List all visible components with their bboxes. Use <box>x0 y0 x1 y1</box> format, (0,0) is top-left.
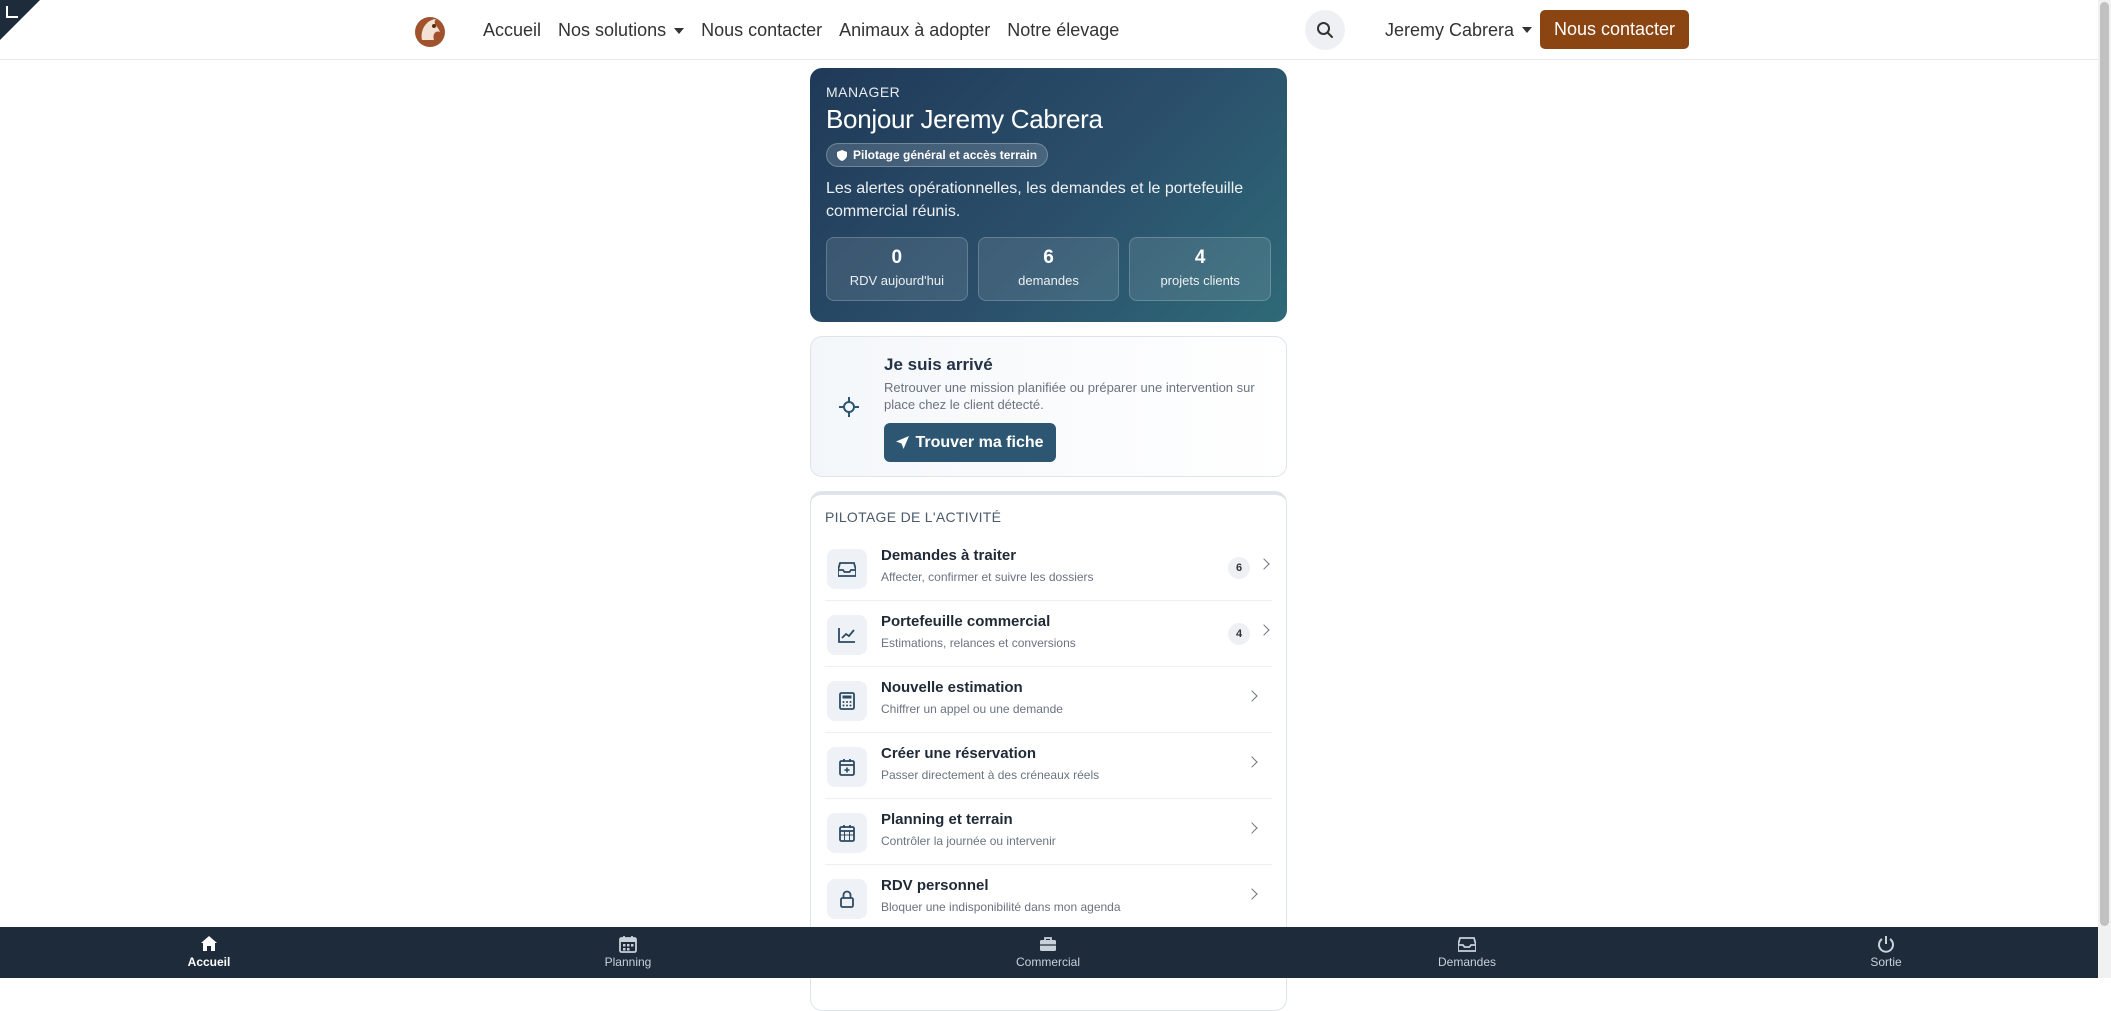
user-role: MANAGER <box>826 84 901 100</box>
inbox-icon <box>827 549 867 589</box>
stat-demandes[interactable]: 6 demandes <box>977 237 1120 301</box>
activity-item-title: Nouvelle estimation <box>881 679 1023 696</box>
count-badge: 6 <box>1228 557 1250 579</box>
activity-item-reservation[interactable]: Créer une réservation Passer directement… <box>825 733 1272 799</box>
chevron-right-icon <box>1258 624 1270 636</box>
bottom-nav-accueil[interactable]: Accueil <box>149 927 269 978</box>
top-navbar: Accueil Nos solutions Nous contacter Ani… <box>0 0 2098 60</box>
activity-item-title: Portefeuille commercial <box>881 613 1051 630</box>
stat-value: 4 <box>1194 247 1206 268</box>
nav-link-nous-contacter[interactable]: Nous contacter <box>701 20 822 41</box>
activity-item-planning[interactable]: Planning et terrain Contrôler la journée… <box>825 799 1272 865</box>
welcome-title: Bonjour Jeremy Cabrera <box>826 104 1103 134</box>
arrival-description: Retrouver une mission planifiée ou prépa… <box>884 380 1255 412</box>
search-icon <box>1317 22 1333 38</box>
nav-link-label: Nos solutions <box>558 19 667 40</box>
caret-down-icon <box>674 27 685 34</box>
inbox-icon <box>1458 937 1476 952</box>
activity-item-subtitle: Bloquer une indisponibilité dans mon age… <box>881 900 1121 914</box>
search-button[interactable] <box>1305 10 1345 50</box>
activity-item-title: Créer une réservation <box>881 745 1037 762</box>
user-name: Jeremy Cabrera <box>1385 19 1515 40</box>
bottom-nav: Accueil Planning Commercial Demandes Sor… <box>0 927 2098 978</box>
bottom-nav-label: Planning <box>604 955 652 969</box>
arrival-card: Je suis arrivé Retrouver une mission pla… <box>810 336 1287 477</box>
home-icon <box>201 936 217 951</box>
find-record-label: Trouver ma fiche <box>915 433 1044 451</box>
bottom-nav-sortie[interactable]: Sortie <box>1826 927 1946 978</box>
stat-value: 0 <box>891 247 903 268</box>
activity-item-subtitle: Affecter, confirmer et suivre les dossie… <box>881 570 1094 584</box>
stat-label: projets clients <box>1160 273 1240 288</box>
calendar-icon <box>827 813 867 853</box>
location-arrow-icon <box>896 436 910 449</box>
bottom-nav-commercial[interactable]: Commercial <box>988 927 1108 978</box>
power-icon <box>1878 936 1894 953</box>
stat-label: RDV aujourd'hui <box>849 273 944 288</box>
bottom-nav-demandes[interactable]: Demandes <box>1407 927 1527 978</box>
nav-link-accueil[interactable]: Accueil <box>483 20 541 41</box>
scrollbar-thumb[interactable] <box>2100 2 2109 926</box>
stats-row: 0 RDV aujourd'hui 6 demandes 4 projets c… <box>826 237 1272 301</box>
scrollbar[interactable] <box>2098 0 2111 978</box>
crosshair-icon <box>839 397 859 417</box>
access-badge-label: Pilotage général et accès terrain <box>853 148 1038 162</box>
stat-label: demandes <box>1018 273 1079 288</box>
chevron-right-icon <box>1246 756 1258 768</box>
corner-collapse-icon[interactable] <box>6 6 18 18</box>
chevron-right-icon <box>1246 888 1258 900</box>
welcome-card: MANAGER Bonjour Jeremy Cabrera Pilotage … <box>810 68 1287 322</box>
activity-heading: PILOTAGE DE L'ACTIVITÉ <box>825 509 1002 525</box>
welcome-description: Les alertes opérationnelles, les demande… <box>826 180 1244 220</box>
nav-link-elevage[interactable]: Notre élevage <box>1007 20 1119 41</box>
stat-rdv-today[interactable]: 0 RDV aujourd'hui <box>826 237 968 301</box>
bottom-nav-label: Accueil <box>187 955 231 969</box>
briefcase-icon <box>1040 937 1056 951</box>
activity-item-subtitle: Passer directement à des créneaux réels <box>881 768 1100 782</box>
contact-button[interactable]: Nous contacter <box>1540 10 1689 49</box>
activity-item-rdv-personnel[interactable]: RDV personnel Bloquer une indisponibilit… <box>825 865 1272 931</box>
brand-logo[interactable] <box>410 10 450 50</box>
count-badge: 4 <box>1228 623 1250 645</box>
chevron-right-icon <box>1246 822 1258 834</box>
chevron-right-icon <box>1246 690 1258 702</box>
activity-item-subtitle: Estimations, relances et conversions <box>881 636 1076 650</box>
calculator-icon <box>827 681 867 721</box>
chevron-right-icon <box>1258 558 1270 570</box>
activity-item-subtitle: Contrôler la journée ou intervenir <box>881 834 1056 848</box>
arrival-title: Je suis arrivé <box>884 355 993 374</box>
stat-projets[interactable]: 4 projets clients <box>1129 237 1272 301</box>
nav-link-animaux[interactable]: Animaux à adopter <box>839 20 990 41</box>
activity-item-portefeuille[interactable]: Portefeuille commercial Estimations, rel… <box>825 601 1272 667</box>
chart-line-icon <box>827 615 867 655</box>
calendar-icon <box>619 936 637 953</box>
nav-link-nos-solutions[interactable]: Nos solutions <box>558 19 685 41</box>
access-badge: Pilotage général et accès terrain <box>826 143 1049 167</box>
activity-list: Demandes à traiter Affecter, confirmer e… <box>825 535 1272 931</box>
shield-icon <box>837 149 847 161</box>
bottom-nav-label: Commercial <box>1015 955 1080 969</box>
bottom-nav-label: Demandes <box>1437 955 1497 969</box>
activity-item-title: RDV personnel <box>881 877 989 894</box>
activity-item-title: Demandes à traiter <box>881 547 1017 564</box>
user-menu[interactable]: Jeremy Cabrera <box>1385 0 1533 60</box>
stat-value: 6 <box>1043 247 1054 268</box>
caret-down-icon <box>1522 27 1533 33</box>
activity-item-title: Planning et terrain <box>881 811 1013 828</box>
bottom-nav-label: Sortie <box>1870 955 1902 969</box>
bottom-nav-planning[interactable]: Planning <box>568 927 688 978</box>
activity-item-demandes[interactable]: Demandes à traiter Affecter, confirmer e… <box>825 535 1272 601</box>
activity-item-subtitle: Chiffrer un appel ou une demande <box>881 702 1063 716</box>
main-nav: Accueil Nos solutions Nous contacter Ani… <box>483 0 1119 60</box>
activity-item-estimation[interactable]: Nouvelle estimation Chiffrer un appel ou… <box>825 667 1272 733</box>
calendar-plus-icon <box>827 747 867 787</box>
find-record-button[interactable]: Trouver ma fiche <box>884 423 1056 462</box>
lock-icon <box>827 879 867 919</box>
